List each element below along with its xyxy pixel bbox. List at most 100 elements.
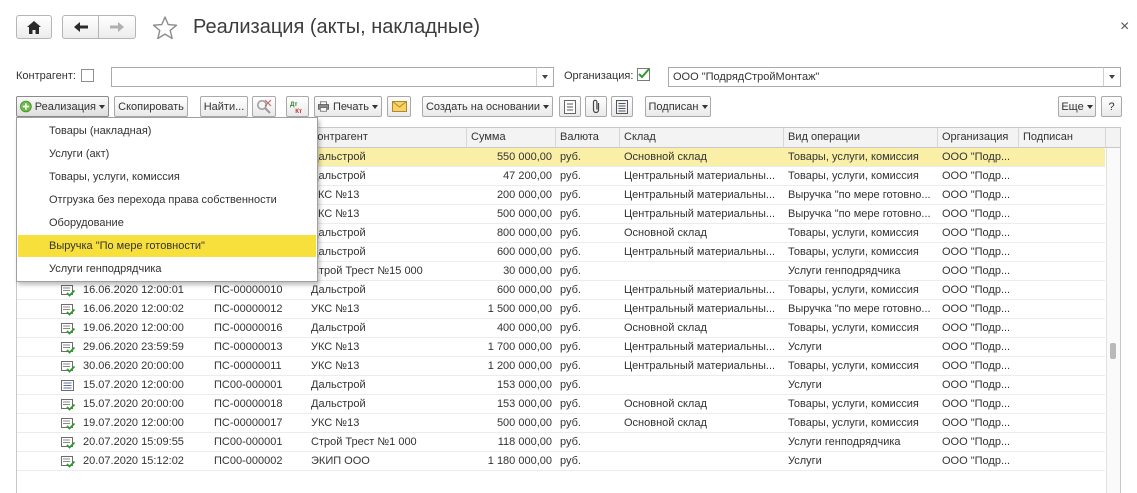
cell-number: ПС-00000011 xyxy=(214,360,282,372)
print-button[interactable]: Печать xyxy=(314,96,382,117)
counterparty-checkbox[interactable] xyxy=(81,69,94,82)
cell-warehouse: Центральный материальны... xyxy=(624,360,776,372)
list-report-button[interactable] xyxy=(611,96,633,117)
menu-item[interactable]: Товары (накладная) xyxy=(18,120,316,142)
table-row[interactable]: 30.06.2020 20:00:00 ПС-00000011 УКС №13 1 2… xyxy=(17,357,1105,376)
document-structure-button[interactable] xyxy=(559,96,581,117)
cell-date: 29.06.2020 23:59:59 xyxy=(83,341,184,353)
cell-sum: 30 000,00 xyxy=(503,265,552,277)
cell-organization: ООО "Подр... xyxy=(942,151,1011,163)
counterparty-label: Контрагент: xyxy=(16,70,76,82)
cell-sum: 200 000,00 xyxy=(496,189,552,201)
signed-filter-label: Подписан xyxy=(648,100,699,113)
home-button[interactable] xyxy=(16,15,52,39)
cell-warehouse: Основной склад xyxy=(624,151,707,163)
table-row[interactable]: 16.06.2020 12:00:02 ПС-00000012 УКС №13 1 5… xyxy=(17,300,1105,319)
cell-sum: 153 000,00 xyxy=(496,398,552,410)
signed-filter-button[interactable]: Подписан xyxy=(645,96,711,117)
cell-counterparty: Дальстрой xyxy=(311,322,366,334)
cell-operation: Товары, услуги, комиссия xyxy=(788,246,919,258)
create-realization-label: Реализация xyxy=(34,100,96,113)
menu-item[interactable]: Оборудование xyxy=(18,212,316,234)
cell-organization: ООО "Подр... xyxy=(942,208,1011,220)
print-label: Печать xyxy=(332,100,369,113)
menu-item[interactable]: Выручка "По мере готовности" xyxy=(18,235,316,257)
cell-warehouse xyxy=(620,452,784,471)
cell-number: ПС00-000001 xyxy=(214,436,283,448)
cell-warehouse: Центральный материальны... xyxy=(624,303,776,315)
envelope-icon xyxy=(391,101,407,112)
cell-operation: Товары, услуги, комиссия xyxy=(788,170,919,182)
search-cancel-icon xyxy=(257,99,272,114)
more-label: Еще xyxy=(1061,100,1084,113)
cell-operation: Услуги xyxy=(788,341,822,353)
column-header-currency[interactable]: Валюта xyxy=(556,128,620,148)
find-button[interactable]: Найти... xyxy=(200,96,248,117)
cell-sum: 800 000,00 xyxy=(496,227,552,239)
menu-item[interactable]: Услуги генподрядчика xyxy=(18,258,316,280)
back-button[interactable] xyxy=(62,15,99,39)
more-button[interactable]: Еще xyxy=(1058,96,1096,117)
cell-date: 30.06.2020 20:00:00 xyxy=(83,360,184,372)
copy-button[interactable]: Скопировать xyxy=(114,96,188,117)
menu-item[interactable]: Услуги (акт) xyxy=(18,143,316,165)
column-header-warehouse[interactable]: Склад xyxy=(620,128,784,148)
table-row[interactable]: 19.07.2020 12:00:00 ПС-00000017 УКС №13 500… xyxy=(17,414,1105,433)
cell-organization: ООО "Подр... xyxy=(942,436,1011,448)
organization-input[interactable]: ООО "ПодрядСтройМонтаж" xyxy=(668,67,1104,87)
email-button[interactable] xyxy=(387,96,411,117)
organization-dropdown-button[interactable] xyxy=(1103,67,1121,87)
column-header-counterparty[interactable]: Контрагент xyxy=(307,128,467,148)
chevron-down-icon xyxy=(1086,104,1093,109)
create-realization-button[interactable]: Реализация xyxy=(16,96,109,117)
cell-counterparty: УКС №13 xyxy=(311,341,360,353)
chevron-down-icon xyxy=(99,104,105,109)
forward-button[interactable] xyxy=(98,15,136,39)
cell-sum: 500 000,00 xyxy=(496,417,552,429)
cell-currency: руб. xyxy=(560,360,581,372)
cell-operation: Услуги генподрядчика xyxy=(788,265,901,277)
cell-organization: ООО "Подр... xyxy=(942,360,1011,372)
column-header-sum[interactable]: Сумма xyxy=(467,128,556,148)
table-row[interactable]: 16.06.2020 12:00:01 ПС-00000010 Дальстрой 6… xyxy=(17,281,1105,300)
close-icon[interactable]: × xyxy=(1120,18,1129,36)
table-row[interactable]: 29.06.2020 23:59:59 ПС-00000013 УКС №13 1 7… xyxy=(17,338,1105,357)
table-row[interactable]: 20.07.2020 15:12:02 ПС00-000002 ЭКИП ООО 1 … xyxy=(17,452,1105,471)
cell-currency: руб. xyxy=(560,208,581,220)
cell-counterparty: ЭКИП ООО xyxy=(311,455,370,467)
menu-item[interactable]: Отгрузка без перехода права собственност… xyxy=(18,189,316,211)
doc-posted-icon xyxy=(61,455,76,468)
cancel-search-button[interactable] xyxy=(252,96,276,117)
menu-item[interactable]: Товары, услуги, комиссия xyxy=(18,166,316,188)
add-circle-icon xyxy=(20,100,32,113)
organization-checkbox[interactable] xyxy=(637,68,650,81)
scrollbar-thumb[interactable] xyxy=(1110,343,1116,359)
debit-credit-button[interactable]: Дт Кт xyxy=(286,96,309,117)
attachments-button[interactable] xyxy=(585,96,607,117)
cell-operation: Услуги генподрядчика xyxy=(788,436,901,448)
star-icon[interactable] xyxy=(152,16,178,40)
table-row[interactable]: 15.07.2020 12:00:00 ПС00-000001 Дальстрой 1… xyxy=(17,376,1105,395)
counterparty-dropdown-button[interactable] xyxy=(536,67,554,87)
table-row[interactable]: 20.07.2020 15:09:55 ПС00-000001 Строй Трес… xyxy=(17,433,1105,452)
help-button[interactable]: ? xyxy=(1101,96,1122,117)
column-header-signed[interactable]: Подписан xyxy=(1019,128,1106,148)
cell-counterparty: Дальстрой xyxy=(311,379,366,391)
column-header-operation[interactable]: Вид операции xyxy=(784,128,938,148)
table-row[interactable]: 19.06.2020 12:00:00 ПС-00000016 Дальстрой 4… xyxy=(17,319,1105,338)
cell-number: ПС-00000018 xyxy=(214,398,283,410)
counterparty-input[interactable] xyxy=(111,67,537,87)
chevron-down-icon xyxy=(1109,75,1115,79)
vertical-scrollbar[interactable] xyxy=(1106,148,1120,493)
cell-sum: 600 000,00 xyxy=(496,246,552,258)
cell-organization: ООО "Подр... xyxy=(942,341,1011,353)
create-based-on-button[interactable]: Создать на основании xyxy=(422,96,553,117)
list-icon xyxy=(616,99,628,114)
cell-number: ПС-00000012 xyxy=(214,303,283,315)
cell-operation: Выручка "по мере готовно... xyxy=(788,208,931,220)
cell-sum: 47 200,00 xyxy=(503,170,552,182)
cell-operation: Товары, услуги, комиссия xyxy=(788,227,919,239)
cell-organization: ООО "Подр... xyxy=(942,417,1011,429)
column-header-organization[interactable]: Организация xyxy=(938,128,1019,148)
table-row[interactable]: 15.07.2020 20:00:00 ПС-00000018 Дальстрой 1… xyxy=(17,395,1105,414)
